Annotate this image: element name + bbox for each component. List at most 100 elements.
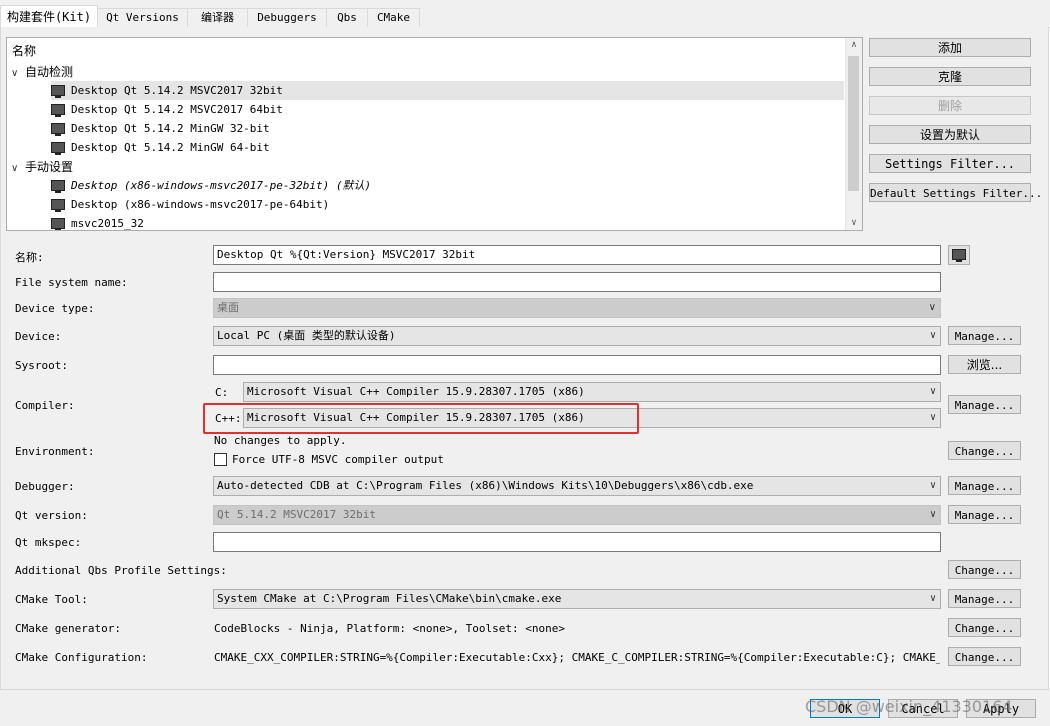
- tree-scrollbar[interactable]: ∧ ∨: [845, 38, 862, 230]
- qt-mkspec-label: Qt mkspec:: [15, 536, 82, 549]
- kit-label: Desktop Qt 5.14.2 MinGW 64-bit: [71, 141, 270, 154]
- chevron-down-icon: ∨: [928, 302, 936, 313]
- chevron-down-icon: ∨: [929, 386, 936, 397]
- debugger-manage-button[interactable]: Manage...: [948, 476, 1021, 495]
- utf8-checkbox-label: Force UTF-8 MSVC compiler output: [232, 453, 444, 466]
- tree-kit-item[interactable]: Desktop Qt 5.14.2 MSVC2017 32bit: [51, 81, 844, 100]
- chevron-down-icon: ∨: [929, 412, 936, 423]
- chevron-down-icon[interactable]: ∨: [11, 160, 25, 178]
- tree-header-name: 名称: [12, 44, 37, 58]
- compiler-manage-button[interactable]: Manage...: [948, 395, 1021, 414]
- tree-kit-item[interactable]: Desktop Qt 5.14.2 MinGW 64-bit: [51, 138, 270, 157]
- scroll-up-icon[interactable]: ∧: [846, 40, 862, 50]
- cmake-configuration-label: CMake Configuration:: [15, 651, 148, 664]
- qbs-change-button[interactable]: Change...: [948, 560, 1021, 579]
- tree-kit-item[interactable]: Desktop Qt 5.14.2 MSVC2017 64bit: [51, 100, 283, 119]
- tab-compilers[interactable]: 编译器: [187, 8, 248, 27]
- kit-name-input[interactable]: Desktop Qt %{Qt:Version} MSVC2017 32bit: [213, 245, 941, 265]
- cmake-generator-value: CodeBlocks - Ninja, Platform: <none>, To…: [214, 622, 565, 635]
- environment-change-button[interactable]: Change...: [948, 441, 1021, 460]
- cmake-configuration-value: CMAKE_CXX_COMPILER:STRING=%{Compiler:Exe…: [214, 651, 940, 664]
- remove-button[interactable]: 删除: [869, 96, 1031, 115]
- tab-qbs[interactable]: Qbs: [326, 8, 368, 27]
- cmake-tool-value: System CMake at C:\Program Files\CMake\b…: [217, 592, 562, 605]
- monitor-icon: [51, 179, 65, 193]
- qt-mkspec-input[interactable]: [213, 532, 941, 552]
- cmake-generator-label: CMake generator:: [15, 622, 121, 635]
- compiler-c-select[interactable]: Microsoft Visual C++ Compiler 15.9.28307…: [243, 382, 941, 402]
- tab-debuggers[interactable]: Debuggers: [247, 8, 327, 27]
- cmake-tool-manage-button[interactable]: Manage...: [948, 589, 1021, 608]
- tab-qt-versions[interactable]: Qt Versions: [97, 8, 188, 27]
- tab-bar: 构建套件(Kit) Qt Versions 编译器 Debuggers Qbs …: [0, 0, 1050, 28]
- qt-version-value: Qt 5.14.2 MSVC2017 32bit: [217, 508, 376, 521]
- scroll-thumb[interactable]: [848, 56, 859, 191]
- qt-version-label: Qt version:: [15, 509, 88, 522]
- monitor-icon: [51, 84, 65, 98]
- watermark: CSDN @weixin_41330164: [805, 697, 1013, 716]
- device-manage-button[interactable]: Manage...: [948, 326, 1021, 345]
- compiler-c-value: Microsoft Visual C++ Compiler 15.9.28307…: [247, 385, 585, 398]
- fs-name-label: File system name:: [15, 276, 128, 289]
- monitor-icon: [51, 141, 65, 155]
- compiler-label: Compiler:: [15, 399, 75, 412]
- fs-name-input[interactable]: [213, 272, 941, 292]
- tree-kit-item[interactable]: Desktop Qt 5.14.2 MinGW 32-bit: [51, 119, 270, 138]
- monitor-icon: [51, 198, 65, 212]
- debugger-label: Debugger:: [15, 480, 75, 493]
- debugger-value: Auto-detected CDB at C:\Program Files (x…: [217, 479, 754, 492]
- default-settings-filter-button[interactable]: Default Settings Filter...: [869, 183, 1042, 202]
- chevron-down-icon: ∨: [929, 509, 936, 520]
- tree-group-manual[interactable]: ∨ 手动设置: [11, 158, 73, 176]
- kit-label: Desktop (x86-windows-msvc2017-pe-64bit): [71, 198, 330, 211]
- qt-version-select[interactable]: Qt 5.14.2 MSVC2017 32bit ∨: [213, 505, 941, 525]
- kit-label: msvc2015_32: [71, 217, 144, 230]
- name-label: 名称:: [15, 251, 44, 264]
- cmake-tool-select[interactable]: System CMake at C:\Program Files\CMake\b…: [213, 589, 941, 609]
- device-select[interactable]: Local PC (桌面 类型的默认设备) ∨: [213, 326, 941, 346]
- chevron-down-icon: ∨: [929, 480, 936, 491]
- cmake-configuration-change-button[interactable]: Change...: [948, 647, 1021, 666]
- kit-label: Desktop Qt 5.14.2 MSVC2017 32bit: [71, 84, 283, 97]
- settings-filter-button[interactable]: Settings Filter...: [869, 154, 1031, 173]
- chevron-down-icon: ∨: [929, 330, 936, 341]
- group-label: 自动检测: [25, 65, 74, 79]
- sysroot-label: Sysroot:: [15, 359, 68, 372]
- sysroot-input[interactable]: [213, 355, 941, 375]
- utf8-checkbox-row[interactable]: Force UTF-8 MSVC compiler output: [214, 452, 444, 467]
- cmake-tool-label: CMake Tool:: [15, 593, 88, 606]
- device-type-select[interactable]: 桌面 ∨: [213, 298, 941, 318]
- chevron-down-icon[interactable]: ∨: [11, 65, 25, 83]
- compiler-c-label: C:: [215, 386, 229, 399]
- group-label: 手动设置: [25, 160, 74, 174]
- kit-icon-button[interactable]: [948, 245, 970, 265]
- environment-label: Environment:: [15, 445, 95, 458]
- kits-tree[interactable]: 名称 ∨ 自动检测 Desktop Qt 5.14.2 MSVC2017 32bi…: [6, 37, 863, 231]
- tree-kit-item[interactable]: Desktop (x86-windows-msvc2017-pe-64bit): [51, 195, 329, 214]
- tab-cmake[interactable]: CMake: [367, 8, 420, 27]
- monitor-icon: [51, 103, 65, 117]
- sysroot-browse-button[interactable]: 浏览...: [948, 355, 1021, 374]
- cmake-generator-change-button[interactable]: Change...: [948, 618, 1021, 637]
- set-default-button[interactable]: 设置为默认: [869, 125, 1031, 144]
- device-type-value: 桌面: [217, 301, 239, 314]
- debugger-select[interactable]: Auto-detected CDB at C:\Program Files (x…: [213, 476, 941, 496]
- tree-group-auto[interactable]: ∨ 自动检测: [11, 63, 73, 81]
- qbs-settings-label: Additional Qbs Profile Settings:: [15, 564, 227, 577]
- chevron-down-icon: ∨: [929, 593, 936, 604]
- device-label: Device:: [15, 330, 62, 343]
- clone-button[interactable]: 克隆: [869, 67, 1031, 86]
- tree-kit-item-default[interactable]: Desktop (x86-windows-msvc2017-pe-32bit) …: [51, 176, 371, 195]
- add-button[interactable]: 添加: [869, 38, 1031, 57]
- highlight-annotation: [203, 403, 639, 434]
- qt-version-manage-button[interactable]: Manage...: [948, 505, 1021, 524]
- device-type-label: Device type:: [15, 302, 95, 315]
- scroll-down-icon[interactable]: ∨: [846, 218, 862, 228]
- tab-kits[interactable]: 构建套件(Kit): [0, 5, 98, 28]
- device-value: Local PC (桌面 类型的默认设备): [217, 329, 396, 342]
- environment-value: No changes to apply.: [214, 434, 347, 447]
- utf8-checkbox[interactable]: [214, 452, 227, 466]
- tree-kit-item[interactable]: msvc2015_32: [51, 214, 144, 230]
- kit-label: Desktop Qt 5.14.2 MinGW 32-bit: [71, 122, 270, 135]
- monitor-icon: [51, 122, 65, 136]
